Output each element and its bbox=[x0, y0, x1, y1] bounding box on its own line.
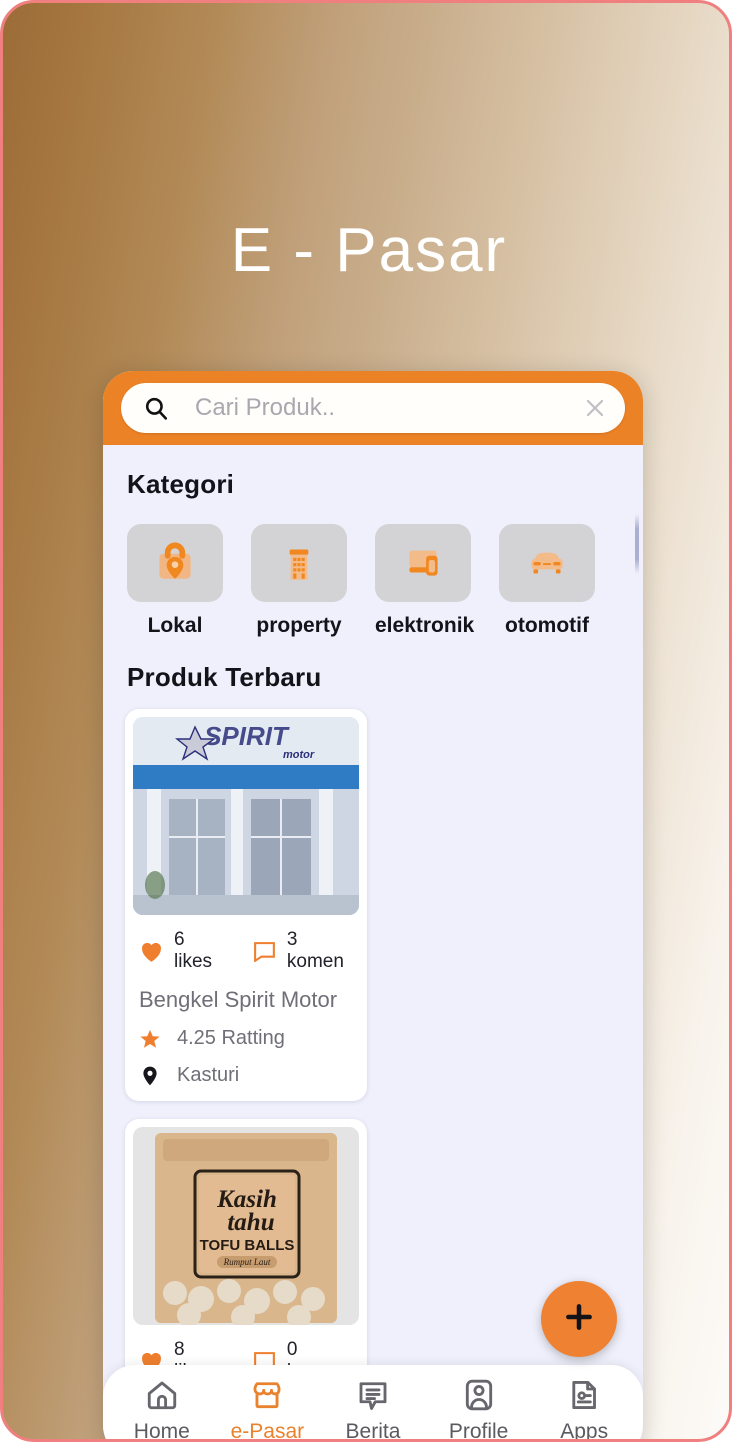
app-title: E - Pasar bbox=[230, 216, 508, 285]
close-icon[interactable] bbox=[583, 396, 607, 420]
person-icon bbox=[432, 1377, 526, 1413]
bottom-navigation: Home e-Pasar Berita Profile Apps bbox=[103, 1365, 643, 1442]
nav-label: e-Pasar bbox=[230, 1419, 305, 1442]
search-input[interactable]: Cari Produk.. bbox=[195, 394, 583, 422]
location-value: Kasturi bbox=[177, 1064, 240, 1086]
category-label: Lokal bbox=[147, 614, 203, 637]
product-card[interactable]: SPIRIT motor 6 likes 3 komen Bengkel Spi… bbox=[125, 709, 367, 1101]
svg-text:SPIRIT: SPIRIT bbox=[204, 721, 290, 751]
building-icon bbox=[274, 536, 324, 591]
category-tile bbox=[127, 524, 223, 602]
store-icon bbox=[220, 1377, 314, 1413]
category-item-elektronik[interactable]: elektronik bbox=[375, 524, 475, 638]
product-rating: 4.25 Ratting bbox=[133, 1013, 359, 1050]
nav-label: Profile bbox=[448, 1419, 509, 1442]
likes-count: 6 likes bbox=[174, 929, 213, 972]
category-item-property[interactable]: property bbox=[251, 524, 347, 638]
svg-text:Rumput Laut: Rumput Laut bbox=[223, 1257, 271, 1267]
category-tile bbox=[251, 524, 347, 602]
category-label: elektronik bbox=[375, 614, 475, 637]
category-item-otomotif[interactable]: otomotif bbox=[499, 524, 595, 638]
car-icon bbox=[522, 536, 572, 591]
nav-label: Berita bbox=[345, 1419, 401, 1442]
heart-filled-icon[interactable] bbox=[139, 940, 164, 963]
nav-item-epasar[interactable]: e-Pasar bbox=[220, 1377, 314, 1442]
nav-item-profile[interactable]: Profile bbox=[432, 1377, 526, 1442]
nav-label: Apps bbox=[560, 1419, 609, 1442]
file-apps-icon bbox=[537, 1377, 631, 1413]
star-icon bbox=[139, 1028, 161, 1050]
product-name: Bengkel Spirit Motor bbox=[139, 987, 338, 1012]
search-bar[interactable]: Cari Produk.. bbox=[121, 383, 625, 433]
home-icon bbox=[115, 1377, 209, 1413]
nav-label: Home bbox=[133, 1419, 190, 1442]
rating-value: 4.25 Ratting bbox=[177, 1027, 285, 1049]
categories-heading: Kategori bbox=[127, 469, 235, 499]
shopping-bag-location-icon bbox=[150, 536, 200, 591]
category-label: otomotif bbox=[505, 614, 589, 637]
category-scrollbar[interactable] bbox=[635, 514, 639, 574]
products-heading: Produk Terbaru bbox=[127, 662, 322, 692]
search-icon bbox=[143, 395, 169, 421]
search-header: Cari Produk.. bbox=[103, 371, 643, 445]
phone-viewport: Cari Produk.. Kategori Lokal property el… bbox=[103, 371, 643, 1442]
comment-icon[interactable] bbox=[252, 940, 277, 963]
nav-item-berita[interactable]: Berita bbox=[326, 1377, 420, 1442]
svg-text:TOFU BALLS: TOFU BALLS bbox=[200, 1237, 295, 1254]
product-location: Kasturi bbox=[133, 1050, 359, 1087]
category-tile bbox=[499, 524, 595, 602]
nav-item-home[interactable]: Home bbox=[115, 1377, 209, 1442]
electronics-icon bbox=[398, 536, 448, 591]
product-image-storefront: SPIRIT motor bbox=[133, 717, 359, 915]
category-item-lokal[interactable]: Lokal bbox=[127, 524, 223, 638]
app-screen: E - Pasar Cari Produk.. Kategori Lokal p… bbox=[0, 0, 732, 1442]
add-product-fab[interactable] bbox=[541, 1281, 617, 1357]
product-engagement: 6 likes 3 komen bbox=[133, 915, 359, 973]
svg-text:tahu: tahu bbox=[227, 1209, 274, 1236]
category-list[interactable]: Lokal property elektronik otomotif bbox=[103, 500, 643, 638]
category-tile bbox=[375, 524, 471, 602]
nav-item-apps[interactable]: Apps bbox=[537, 1377, 631, 1442]
svg-text:motor: motor bbox=[283, 749, 315, 761]
comments-count: 3 komen bbox=[286, 929, 344, 972]
product-image-tofu-pouch: Kasih tahu TOFU BALLS Rumput Laut bbox=[133, 1127, 359, 1325]
category-label: property bbox=[256, 614, 342, 637]
location-pin-icon bbox=[139, 1065, 161, 1087]
plus-icon bbox=[562, 1300, 596, 1339]
news-icon bbox=[326, 1377, 420, 1413]
